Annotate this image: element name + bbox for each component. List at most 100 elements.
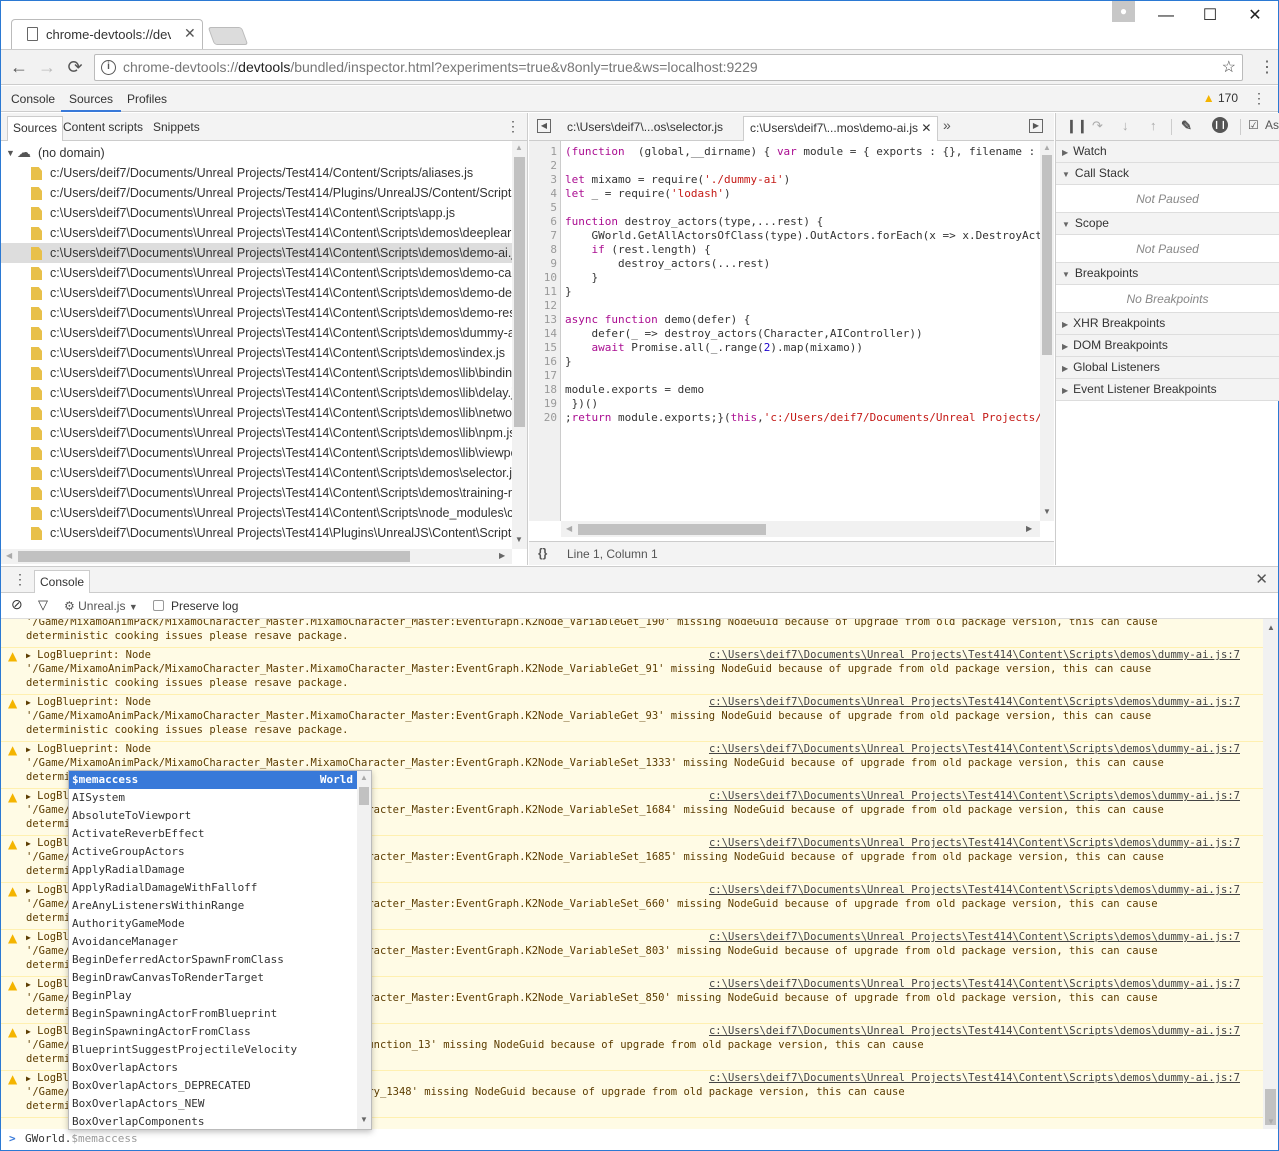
line-number[interactable]: 8	[529, 243, 557, 257]
line-number[interactable]: 18	[529, 383, 557, 397]
autocomplete-item[interactable]: BoxOverlapActors	[69, 1059, 357, 1077]
close-editor-tab-icon[interactable]: ✕	[921, 121, 931, 135]
file-tree-item[interactable]: c:\Users\deif7\Documents\Unreal Projects…	[1, 423, 512, 443]
new-tab-button[interactable]	[207, 27, 249, 45]
editor-vertical-scrollbar[interactable]: ▲ ▼	[1040, 141, 1054, 521]
minimize-button[interactable]: —	[1146, 3, 1186, 29]
file-tree-item[interactable]: c:/Users/deif7/Documents/Unreal Projects…	[1, 183, 512, 203]
close-drawer-icon[interactable]: ✕	[1255, 570, 1268, 588]
editor-scroll-thumb[interactable]	[1042, 155, 1052, 355]
autocomplete-item[interactable]: ActivateReverbEffect	[69, 825, 357, 843]
prompt-input[interactable]: GWorld.$memaccess	[25, 1132, 138, 1145]
file-tree-item[interactable]: c:\Users\deif7\Documents\Unreal Projects…	[1, 523, 512, 543]
editor-horizontal-scrollbar[interactable]: ◀ ▶	[561, 521, 1040, 537]
browser-tab[interactable]: chrome-devtools://devtools/bundled/inspe…	[11, 19, 203, 49]
autocomplete-item[interactable]: BeginSpawningActorFromClass	[69, 1023, 357, 1041]
section-global-listeners[interactable]: ▶ Global Listeners	[1056, 357, 1279, 379]
line-number[interactable]: 2	[529, 159, 557, 173]
file-tree-item[interactable]: c:\Users\deif7\Documents\Unreal Projects…	[1, 303, 512, 323]
step-out-icon[interactable]: ↑	[1150, 118, 1157, 133]
console-scrollbar[interactable]: ▲ ▼	[1263, 619, 1278, 1129]
editor-tab-selector[interactable]: c:\Users\deif7\...os\selector.js	[561, 116, 729, 141]
step-over-icon[interactable]: ↷	[1092, 118, 1103, 134]
line-number[interactable]: 7	[529, 229, 557, 243]
address-bar[interactable]: i chrome-devtools://devtools/bundled/ins…	[94, 54, 1243, 81]
autocomplete-item[interactable]: $memaccess World	[69, 771, 357, 789]
line-number[interactable]: 16	[529, 355, 557, 369]
expand-triangle-icon[interactable]: ▶	[26, 980, 31, 989]
line-number[interactable]: 9	[529, 257, 557, 271]
line-number[interactable]: 19	[529, 397, 557, 411]
autocomplete-item[interactable]: AuthorityGameMode	[69, 915, 357, 933]
expand-triangle-icon[interactable]: ▶	[26, 839, 31, 848]
tab-console[interactable]: Console	[3, 86, 63, 112]
pause-icon[interactable]: ❙❙	[1066, 118, 1088, 134]
file-tree-item[interactable]: c:\Users\deif7\Documents\Unreal Projects…	[1, 503, 512, 523]
line-number[interactable]: 12	[529, 299, 557, 313]
autocomplete-item[interactable]: BeginDeferredActorSpawnFromClass	[69, 951, 357, 969]
devtools-menu-icon[interactable]: ⋮	[1252, 90, 1266, 107]
file-tree-item[interactable]: c:\Users\deif7\Documents\Unreal Projects…	[1, 363, 512, 383]
bookmark-star-icon[interactable]: ☆	[1222, 57, 1236, 77]
pause-on-exceptions-icon[interactable]: ❙❙	[1212, 117, 1228, 133]
step-into-icon[interactable]: ↓	[1122, 118, 1129, 133]
expand-triangle-icon[interactable]: ▶	[26, 1027, 31, 1036]
toggle-navigator-icon[interactable]: ◀	[537, 119, 551, 133]
line-number[interactable]: 6	[529, 215, 557, 229]
line-number[interactable]: 1	[529, 145, 557, 159]
tab-sources[interactable]: Sources	[61, 86, 122, 112]
close-window-button[interactable]: ✕	[1235, 3, 1275, 29]
autocomplete-scrollbar[interactable]: ▲ ▼	[357, 771, 371, 1129]
expand-triangle-icon[interactable]: ▶	[26, 745, 31, 754]
file-tree-item[interactable]: c:\Users\deif7\Documents\Unreal Projects…	[1, 343, 512, 363]
reload-button[interactable]: ⟳	[63, 55, 87, 79]
back-button[interactable]: ←	[7, 55, 31, 79]
line-number[interactable]: 15	[529, 341, 557, 355]
navigator-vertical-scrollbar[interactable]: ▲ ▼	[512, 141, 527, 549]
source-link[interactable]: c:\Users\deif7\Documents\Unreal Projects…	[709, 648, 1240, 662]
line-number[interactable]: 4	[529, 187, 557, 201]
async-checkbox[interactable]: ☑	[1248, 118, 1259, 132]
autocomplete-scroll-thumb[interactable]	[359, 787, 369, 805]
line-number[interactable]: 17	[529, 369, 557, 383]
tab-profiles[interactable]: Profiles	[119, 86, 175, 112]
autocomplete-item[interactable]: ApplyRadialDamage	[69, 861, 357, 879]
section-breakpoints[interactable]: ▼ Breakpoints	[1056, 263, 1279, 285]
line-number[interactable]: 14	[529, 327, 557, 341]
source-link[interactable]: c:\Users\deif7\Documents\Unreal Projects…	[709, 695, 1240, 709]
autocomplete-item[interactable]: ActiveGroupActors	[69, 843, 357, 861]
autocomplete-item[interactable]: BeginPlay	[69, 987, 357, 1005]
warning-counter[interactable]: ▲ 170	[1203, 91, 1238, 105]
file-tree-item[interactable]: c:/Users/deif7/Documents/Unreal Projects…	[1, 163, 512, 183]
browser-menu-icon[interactable]: ⋮	[1259, 57, 1275, 79]
source-link[interactable]: c:\Users\deif7\Documents\Unreal Projects…	[709, 883, 1240, 897]
site-info-icon[interactable]: i	[101, 60, 116, 75]
line-number[interactable]: 13	[529, 313, 557, 327]
section-scope[interactable]: ▼ Scope	[1056, 213, 1279, 235]
source-link[interactable]: c:\Users\deif7\Documents\Unreal Projects…	[709, 836, 1240, 850]
expand-triangle-icon[interactable]: ▶	[26, 1074, 31, 1083]
hscroll-thumb[interactable]	[18, 551, 410, 562]
line-number[interactable]: 5	[529, 201, 557, 215]
toggle-debugger-icon[interactable]: ▶	[1029, 119, 1043, 133]
clear-console-icon[interactable]: ⊘	[11, 596, 23, 613]
expand-triangle-icon[interactable]: ▶	[26, 886, 31, 895]
autocomplete-item[interactable]: BlueprintSuggestProjectileVelocity	[69, 1041, 357, 1059]
console-message[interactable]: ▲▶ LogBlueprint: Nodec:\Users\deif7\Docu…	[1, 619, 1263, 648]
autocomplete-item[interactable]: BoxOverlapActors_NEW	[69, 1095, 357, 1113]
file-tree-item[interactable]: c:\Users\deif7\Documents\Unreal Projects…	[1, 483, 512, 503]
source-link[interactable]: c:\Users\deif7\Documents\Unreal Projects…	[709, 977, 1240, 991]
drawer-tab-console[interactable]: Console	[34, 570, 91, 593]
close-tab-icon[interactable]: ✕	[184, 25, 196, 42]
expand-triangle-icon[interactable]: ▶	[26, 792, 31, 801]
scroll-thumb[interactable]	[514, 157, 525, 427]
console-message[interactable]: ▲▶ LogBlueprint: Nodec:\Users\deif7\Docu…	[1, 648, 1263, 695]
expand-triangle-icon[interactable]: ▶	[26, 698, 31, 707]
source-link[interactable]: c:\Users\deif7\Documents\Unreal Projects…	[709, 742, 1240, 756]
file-tree-item[interactable]: c:\Users\deif7\Documents\Unreal Projects…	[1, 323, 512, 343]
source-link[interactable]: c:\Users\deif7\Documents\Unreal Projects…	[709, 789, 1240, 803]
pretty-print-button[interactable]: {}	[538, 546, 547, 560]
autocomplete-item[interactable]: AreAnyListenersWithinRange	[69, 897, 357, 915]
autocomplete-item[interactable]: BeginSpawningActorFromBlueprint	[69, 1005, 357, 1023]
navigator-horizontal-scrollbar[interactable]: ◀ ▶	[1, 549, 512, 564]
